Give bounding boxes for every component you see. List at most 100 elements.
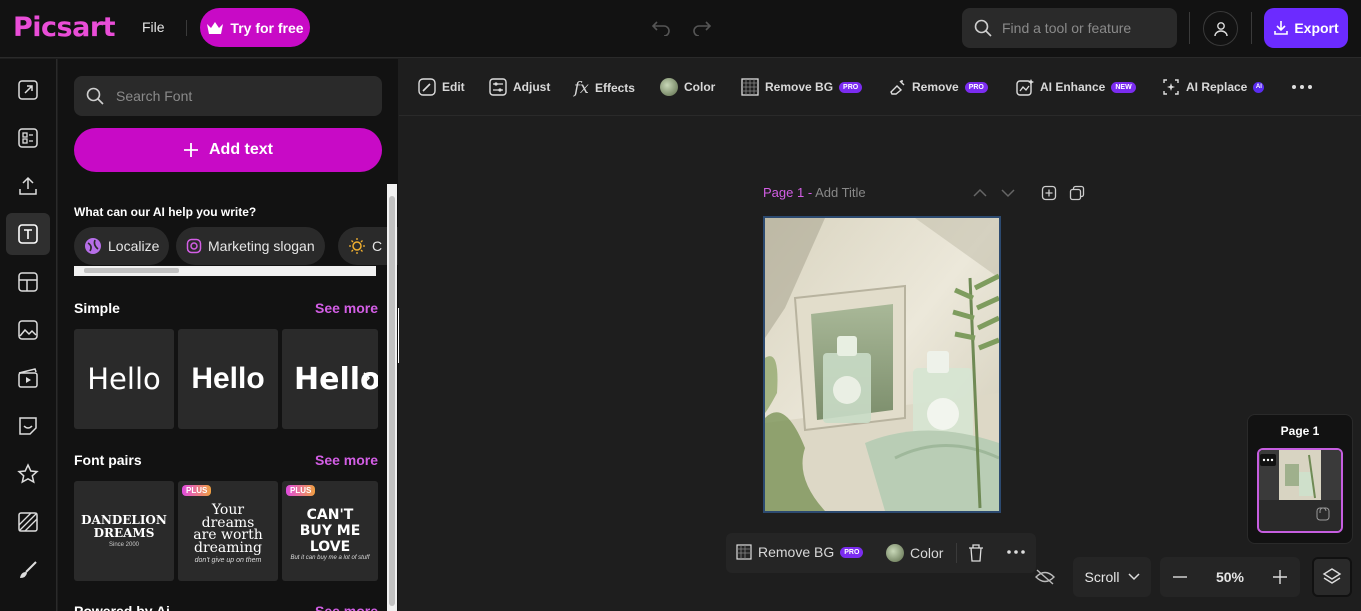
star-icon xyxy=(17,463,39,484)
context-color[interactable]: Color xyxy=(886,544,943,562)
scroll-mode-select[interactable]: Scroll xyxy=(1073,557,1151,597)
font-pair-tile[interactable]: PLUS Your dreams are worth dreaming don'… xyxy=(178,481,278,581)
rail-templates[interactable] xyxy=(6,117,50,159)
tool-rail xyxy=(0,59,57,611)
rail-backgrounds[interactable] xyxy=(6,501,50,543)
rail-upload[interactable] xyxy=(6,165,50,207)
divider xyxy=(956,543,957,563)
undo-icon xyxy=(651,21,670,36)
undo-button[interactable] xyxy=(645,12,677,44)
layouts-icon xyxy=(18,272,38,292)
page-down-button[interactable] xyxy=(998,183,1018,203)
try-for-free-button[interactable]: Try for free xyxy=(200,8,310,47)
user-icon xyxy=(1213,21,1228,36)
tool-ai-replace[interactable]: AI Replace AI xyxy=(1162,78,1265,96)
add-page-button[interactable] xyxy=(1039,183,1059,203)
context-more-button[interactable] xyxy=(1006,545,1026,564)
rail-stickers[interactable] xyxy=(6,405,50,447)
pages-panel: Page 1 xyxy=(1247,414,1353,544)
panel-scrollbar[interactable] xyxy=(387,184,397,611)
more-horizontal-icon xyxy=(1007,550,1025,554)
tool-ai-enhance[interactable]: AI Enhance NEW xyxy=(1016,78,1136,96)
page-up-button[interactable] xyxy=(970,183,990,203)
rail-video[interactable] xyxy=(6,357,50,399)
add-text-button[interactable]: Add text xyxy=(74,128,382,172)
chevron-right-icon xyxy=(363,372,371,384)
zoom-in-button[interactable] xyxy=(1272,569,1288,588)
simple-see-more-link[interactable]: See more xyxy=(315,300,378,316)
duplicate-page-button[interactable] xyxy=(1067,183,1087,203)
new-badge: NEW xyxy=(1111,81,1136,93)
powered-see-more-link[interactable]: See more xyxy=(315,603,378,611)
file-menu[interactable]: File xyxy=(142,19,165,35)
powered-by-ai-section-title: Powered by Ai xyxy=(74,603,170,611)
simple-text-tile[interactable]: Hello xyxy=(74,329,174,429)
chip-localize[interactable]: Localize xyxy=(74,227,170,265)
tool-adjust[interactable]: Adjust xyxy=(489,78,550,96)
zoom-level[interactable]: 50% xyxy=(1216,569,1244,585)
picsart-logo[interactable]: Picsart xyxy=(13,12,116,43)
plus-icon xyxy=(1273,570,1287,584)
tool-remove[interactable]: Remove PRO xyxy=(888,78,988,96)
tool-label: Color xyxy=(684,80,716,94)
lightbulb-icon xyxy=(349,238,365,254)
context-toolbar: Remove BG PRO Color xyxy=(726,533,1036,573)
instagram-icon xyxy=(186,238,202,254)
rail-draw[interactable] xyxy=(6,549,50,591)
context-label: Color xyxy=(910,545,944,561)
tool-edit[interactable]: Edit xyxy=(418,78,465,96)
redo-button[interactable] xyxy=(686,12,718,44)
upload-icon xyxy=(19,176,37,195)
remove-bg-icon xyxy=(741,78,759,96)
toolbar-more-button[interactable] xyxy=(1290,79,1314,100)
tool-color[interactable]: Color xyxy=(660,78,715,96)
font-search-input[interactable]: Search Font xyxy=(74,76,382,116)
page-thumbnail-image xyxy=(1259,450,1341,531)
stickers-icon xyxy=(19,417,37,435)
scroll-thumb[interactable] xyxy=(389,196,395,606)
rail-favorites[interactable] xyxy=(6,453,50,495)
pro-badge: PRO xyxy=(840,546,864,558)
artboard-image[interactable] xyxy=(763,216,1001,513)
top-bar: Picsart File Try for free Find a tool or… xyxy=(0,0,1361,58)
tool-search-placeholder: Find a tool or feature xyxy=(1002,20,1132,36)
scroll-thumb[interactable] xyxy=(84,268,179,273)
adjust-icon xyxy=(489,78,507,96)
chips-scrollbar[interactable] xyxy=(74,266,376,276)
carousel-next-button[interactable] xyxy=(361,371,371,390)
simple-text-tile[interactable]: Hello xyxy=(178,329,278,429)
tool-effects[interactable]: fx Effects xyxy=(574,78,635,97)
delete-button[interactable] xyxy=(968,544,984,567)
page-thumbnail[interactable] xyxy=(1257,448,1343,533)
context-remove-bg[interactable]: Remove BG PRO xyxy=(736,544,864,560)
tool-label: AI Replace xyxy=(1186,80,1248,94)
plus-badge: PLUS xyxy=(286,485,316,496)
ai-writer-heading: What can our AI help you write? xyxy=(74,205,257,219)
brush-icon xyxy=(20,561,37,578)
text-icon xyxy=(18,224,38,244)
rail-layouts[interactable] xyxy=(6,261,50,303)
font-pairs-see-more-link[interactable]: See more xyxy=(315,452,378,468)
zoom-out-button[interactable] xyxy=(1172,569,1188,588)
tool-search-input[interactable]: Find a tool or feature xyxy=(962,8,1177,48)
font-pair-tile[interactable]: PLUS CAN'T BUY ME LOVE But it can buy me… xyxy=(282,481,378,581)
export-button[interactable]: Export xyxy=(1264,8,1348,48)
toggle-visibility-button[interactable] xyxy=(1024,557,1066,597)
font-pair-tile[interactable]: DANDELION DREAMS Since 2000 xyxy=(74,481,174,581)
layers-button[interactable] xyxy=(1312,557,1352,597)
account-button[interactable] xyxy=(1203,11,1238,46)
add-title-placeholder[interactable]: Add Title xyxy=(815,185,866,200)
rail-resize[interactable] xyxy=(6,69,50,111)
page-title-row[interactable]: Page 1 - Add Title xyxy=(763,185,866,200)
color-thumb-icon xyxy=(886,544,904,562)
tool-remove-bg[interactable]: Remove BG PRO xyxy=(741,78,863,96)
trash-icon xyxy=(969,544,983,562)
rail-text[interactable] xyxy=(6,213,50,255)
chip-marketing-slogan[interactable]: Marketing slogan xyxy=(176,227,325,265)
tile-text: Your dreams are worth dreaming xyxy=(193,502,263,556)
tile-script: But it can buy me a lot of stuff xyxy=(290,555,370,561)
rail-photos[interactable] xyxy=(6,309,50,351)
tool-label: Edit xyxy=(442,80,465,94)
context-label: Remove BG xyxy=(758,544,835,560)
pages-panel-title: Page 1 xyxy=(1280,424,1320,438)
